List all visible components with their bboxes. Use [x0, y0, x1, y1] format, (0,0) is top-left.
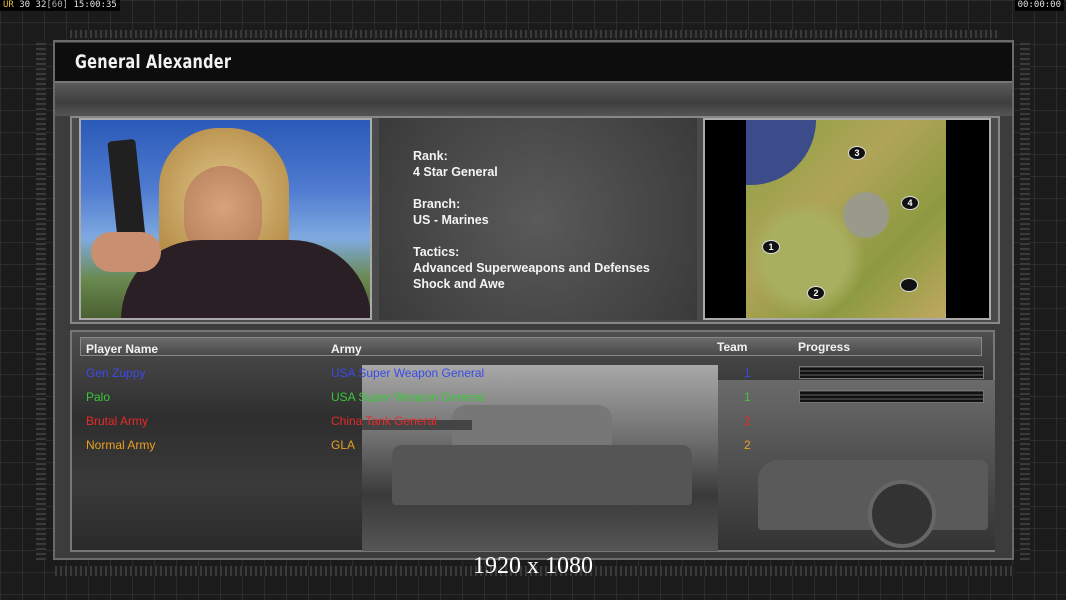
general-info: Rank: 4 Star General Branch: US - Marine… [413, 148, 650, 292]
left-strip [36, 40, 46, 560]
progress-bar-2 [799, 390, 984, 403]
general-portrait [79, 118, 372, 320]
tactics-line-1: Advanced Superweapons and Defenses [413, 261, 650, 275]
map-preview: 1 2 3 4 [746, 120, 946, 318]
player-name-1: Gen Zuppy [86, 366, 146, 380]
map-marker-empty [900, 278, 918, 292]
right-strip [1020, 40, 1030, 560]
header-progress: Progress [798, 340, 851, 354]
team-4: 2 [744, 438, 751, 452]
map-marker-2: 2 [807, 286, 825, 300]
army-4: GLA [331, 438, 356, 452]
branch-label: Branch: [413, 197, 461, 211]
tank-image-right [718, 380, 995, 550]
team-1: 1 [744, 366, 751, 380]
army-1: USA Super Weapon General [331, 366, 485, 380]
branch-value: US - Marines [413, 213, 489, 227]
hud-timer: 00:00:00 [1014, 0, 1064, 11]
general-name: General Alexander [75, 51, 232, 73]
tactics-line-2: Shock and Awe [413, 277, 505, 291]
army-3: China Tank General [331, 414, 437, 428]
header-team: Team [717, 340, 748, 354]
player-name-4: Normal Army [86, 438, 156, 452]
team-3: 2 [744, 414, 751, 428]
army-2: USA Super Weapon General [331, 390, 485, 404]
top-strip [70, 30, 1000, 38]
rank-value: 4 Star General [413, 165, 498, 179]
map-river [746, 120, 816, 185]
hud-fps-2: 32 [35, 0, 47, 10]
progress-bar-1 [799, 366, 984, 379]
portrait-hand [91, 232, 161, 272]
hud-clock: 15:00:35 [73, 0, 117, 10]
map-marker-3: 3 [848, 146, 866, 160]
debug-hud: UR 30 32[60] 15:00:35 [0, 0, 120, 11]
header-player-name: Player Name [86, 342, 159, 356]
decor-band [55, 83, 1012, 116]
tactics-label: Tactics: [413, 245, 460, 259]
header-army: Army [331, 342, 362, 356]
resolution-caption: 1920 x 1080 [473, 553, 593, 579]
team-2: 1 [744, 390, 751, 404]
hud-fps-1: 30 [19, 0, 31, 10]
map-marker-4: 4 [901, 196, 919, 210]
map-marker-1: 1 [762, 240, 780, 254]
player-name-3: Brutal Army [86, 414, 149, 428]
hud-fps-3: [60] [46, 0, 69, 10]
title-bar: General Alexander [55, 43, 1012, 83]
rank-label: Rank: [413, 149, 448, 163]
hud-ur: UR [3, 0, 14, 10]
player-name-2: Palo [86, 390, 111, 404]
